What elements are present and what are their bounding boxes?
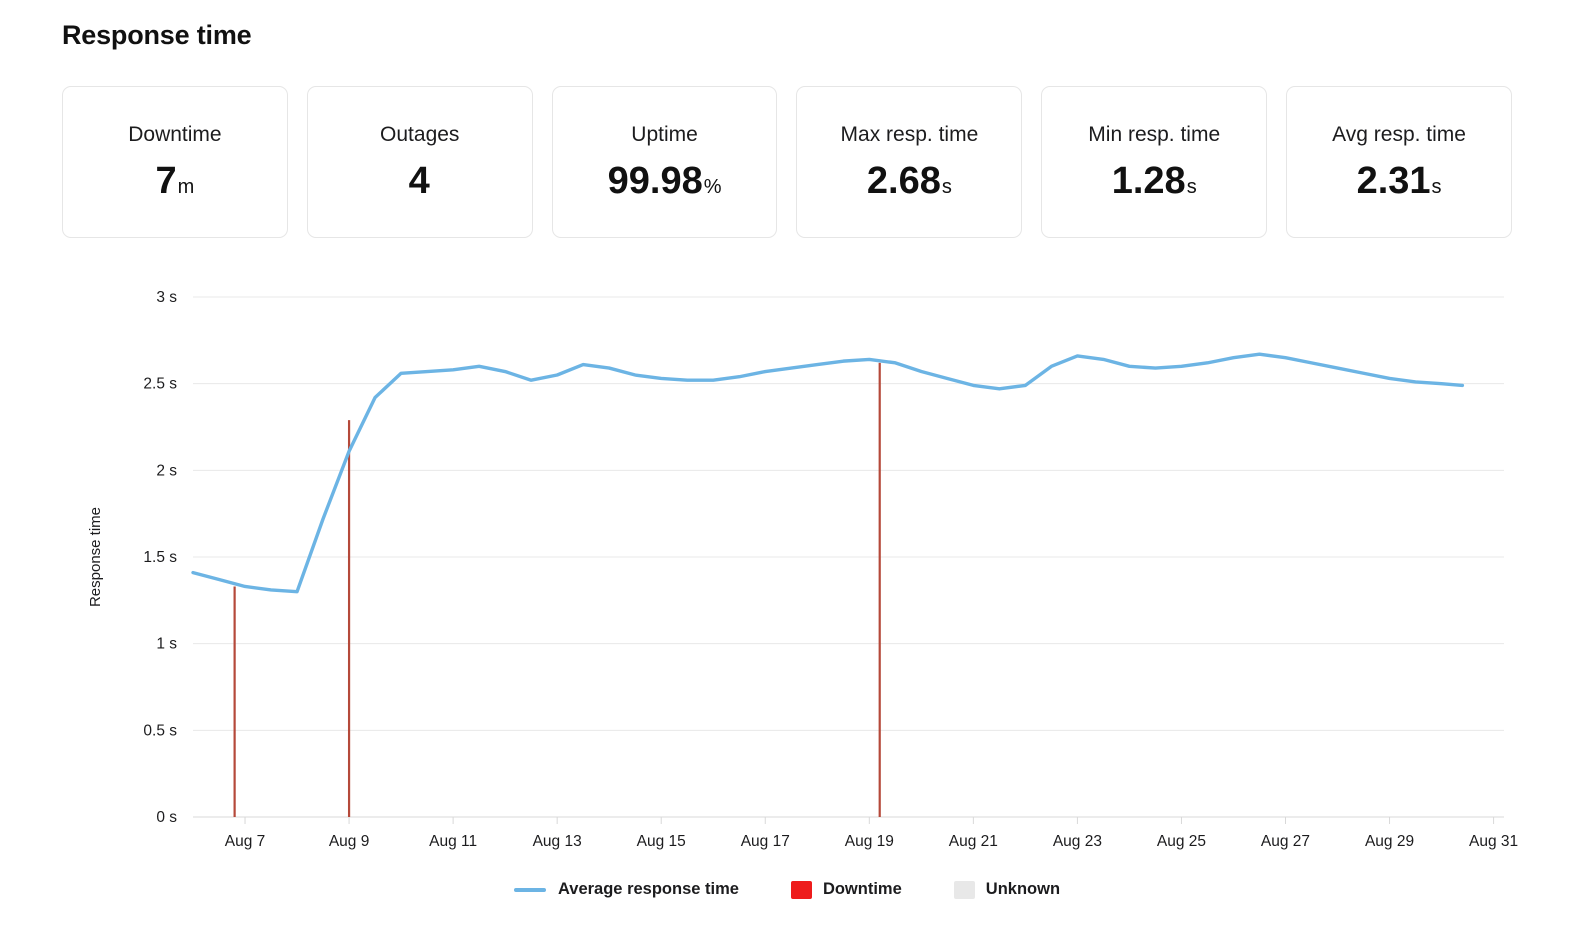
stat-number: 1.28 [1111, 160, 1186, 202]
response-time-chart: 0 s 0.5 s1 s 1.5 s2 s 2.5 s3 s Aug 7 Aug 9 Au… [0, 258, 1574, 930]
stat-card-uptime: Uptime 99.98% [551, 86, 778, 238]
y-axis-title: Response time [87, 507, 104, 607]
x-tick-label: Aug 29 [1365, 833, 1414, 850]
chart-svg: 0 s0.5 s1 s1.5 s2 s2.5 s3 s Aug 7 Aug 9 Au… [87, 289, 1518, 850]
stat-number: 2.68 [866, 160, 941, 202]
y-tick-label: 1 s [156, 636, 177, 653]
x-tick-label: Aug 27 [1261, 833, 1310, 850]
x-tick-label: Aug 31 [1469, 833, 1518, 850]
legend-swatch-icon [790, 880, 812, 899]
stat-number: 7 [155, 160, 177, 202]
y-tick-label: 1.5 s [143, 549, 177, 566]
stat-value: 4 [409, 162, 431, 200]
legend-swatch-icon [953, 880, 975, 899]
x-tick-label: Aug 17 [741, 833, 790, 850]
legend-item-downtime[interactable]: Downtime [790, 880, 902, 899]
x-tick-label: Aug 13 [533, 833, 582, 850]
x-tick-label: Aug 11 [429, 833, 477, 850]
x-axis-tick-labels: Aug 7 Aug 9 Aug 11 Aug 13 Aug 15 Aug 17 Aug 19… [225, 833, 1518, 850]
stat-label: Max resp. time [840, 123, 979, 146]
legend-item-unknown[interactable]: Unknown [953, 880, 1061, 899]
stat-unit: s [941, 176, 952, 198]
stat-unit: % [703, 176, 722, 198]
stat-number: 4 [408, 160, 430, 202]
stat-label: Avg resp. time [1332, 123, 1466, 146]
series-line-average-response-time [191, 352, 1465, 594]
stat-card-min-resp-time: Min resp. time 1.28 s [1041, 86, 1268, 238]
stat-unit: m [177, 176, 195, 198]
downtime-markers [233, 362, 881, 817]
y-tick-label: 0.5 s [143, 722, 177, 739]
x-tick-label: Aug 25 [1157, 833, 1206, 850]
y-axis-title-label: Response time [87, 507, 104, 607]
stat-value: 2.68 s [867, 162, 952, 200]
y-tick-label: 3 s [156, 289, 177, 306]
x-tick-label: Aug 23 [1053, 833, 1102, 850]
legend-item-average-response-time[interactable]: Average response time [513, 880, 739, 899]
x-tick-label: Aug 21 [949, 833, 998, 850]
stats-row: Downtime 7m Outages 4 Uptime 99.98% Max … [62, 86, 1512, 238]
stat-card-downtime: Downtime 7m [62, 86, 288, 238]
stat-value: 99.98% [608, 162, 722, 200]
x-tick-label: Aug 15 [637, 833, 686, 850]
legend-label: Downtime [822, 880, 902, 898]
stat-label: Downtime [128, 123, 222, 146]
legend-label: Unknown [985, 880, 1061, 898]
stat-value: 7m [156, 162, 195, 200]
stat-card-outages: Outages 4 [306, 86, 533, 238]
stat-unit: s [1186, 176, 1197, 198]
y-tick-label: 2 s [156, 462, 177, 479]
x-tick-label: Aug 7 [225, 833, 266, 850]
y-tick-label: 0 s [156, 809, 177, 826]
legend-label: Average response time [557, 880, 739, 898]
stat-number: 99.98 [607, 160, 703, 202]
series-lines [191, 352, 1465, 594]
chart-legend: Average response time Downtime Unknown [0, 880, 1574, 899]
gridlines [193, 296, 1504, 818]
y-tick-label: 2.5 s [143, 376, 177, 393]
stat-value: 2.31 s [1357, 162, 1442, 200]
stat-value: 1.28 s [1112, 162, 1197, 200]
stat-label: Outages [380, 123, 460, 146]
stat-number: 2.31 [1356, 160, 1431, 202]
stat-unit: s [1431, 176, 1442, 198]
x-axis [193, 816, 1504, 824]
stat-card-avg-resp-time: Avg resp. time 2.31 s [1286, 86, 1512, 238]
page-title: Response time [62, 20, 252, 50]
y-axis-tick-labels: 0 s 0.5 s 1 s 1.5 s 2 s 2.5 s 3 s [143, 289, 177, 826]
x-tick-label: Aug 19 [845, 833, 894, 850]
stat-label: Uptime [631, 123, 698, 146]
legend-line-icon [513, 887, 546, 892]
stat-card-max-resp-time: Max resp. time 2.68 s [796, 86, 1023, 238]
stat-label: Min resp. time [1088, 123, 1221, 146]
x-tick-label: Aug 9 [329, 833, 370, 850]
